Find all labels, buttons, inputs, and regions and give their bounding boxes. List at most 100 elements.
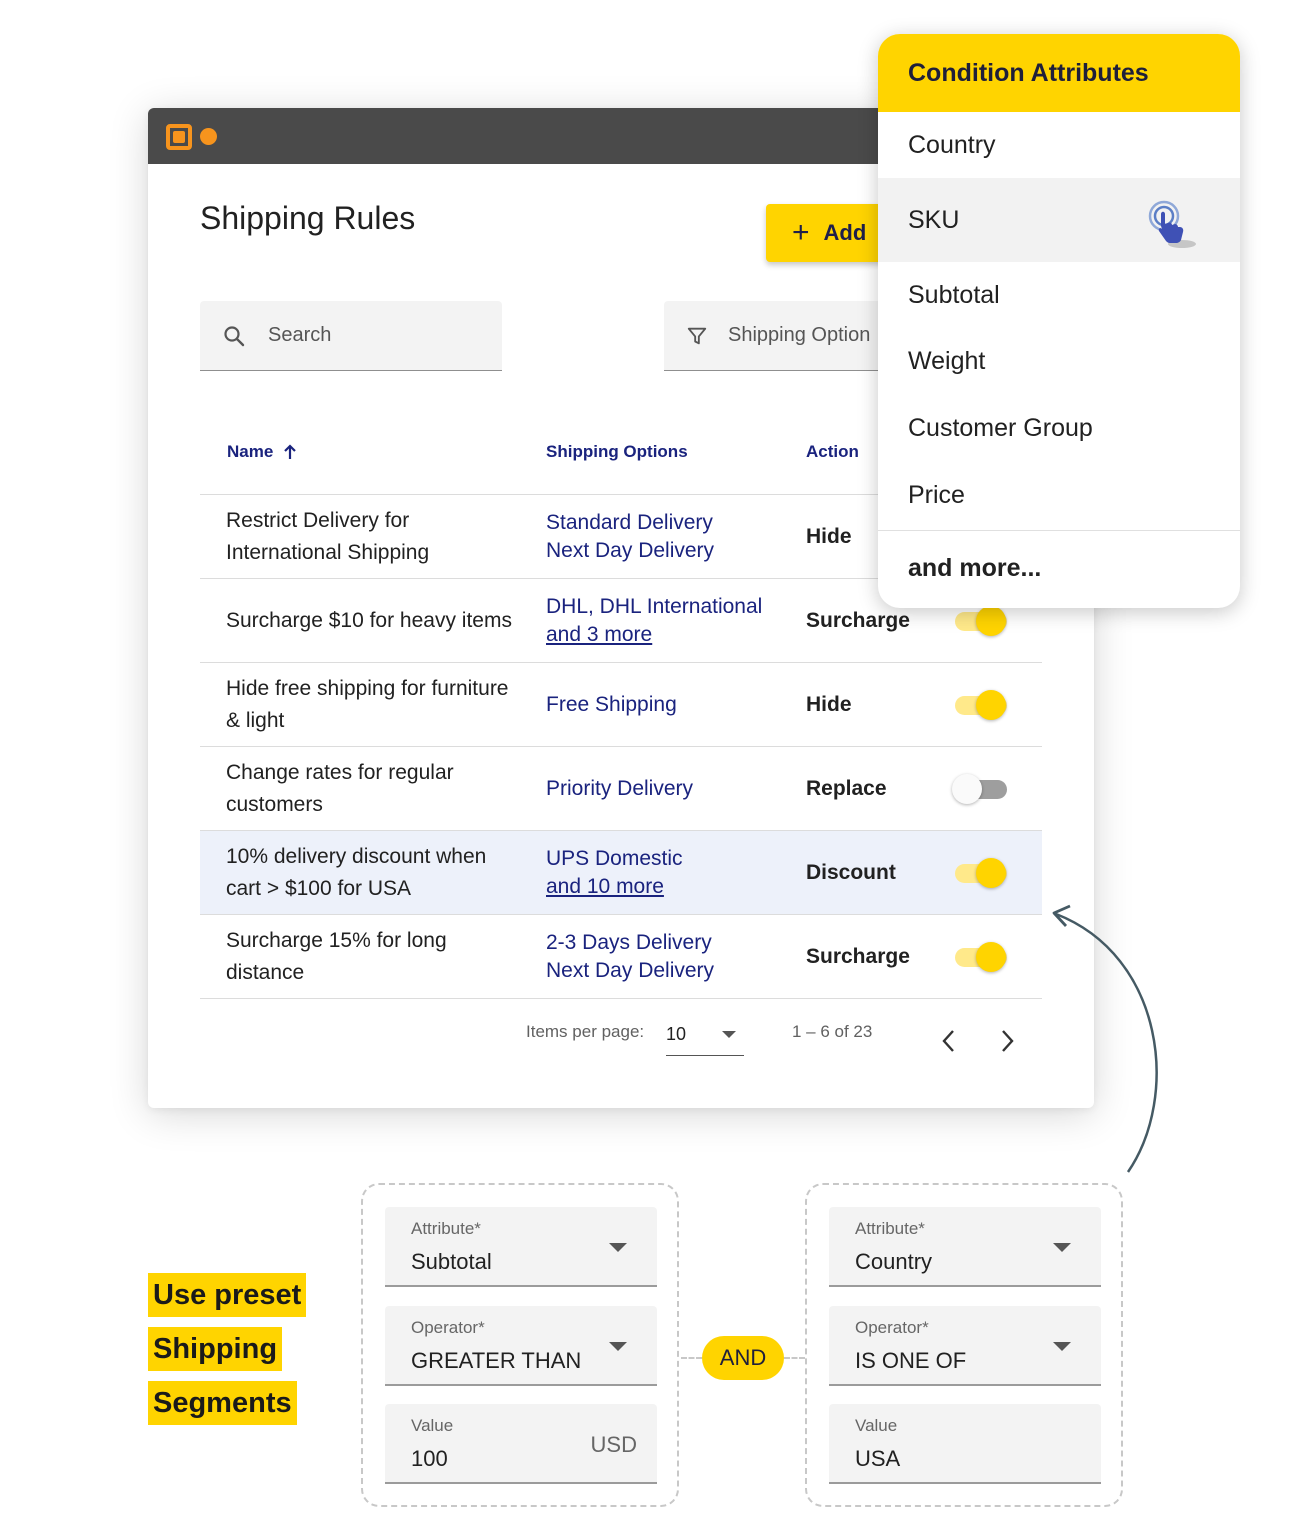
and-connector-line	[784, 1357, 805, 1359]
dropdown-item-customer-group[interactable]: Customer Group	[878, 394, 1240, 462]
attribute-value: Subtotal	[411, 1249, 492, 1274]
attribute-value: Country	[855, 1249, 933, 1274]
value-text: 100	[411, 1446, 448, 1471]
logo-square-icon	[166, 124, 192, 150]
table-row[interactable]: Change rates for regular customers Prior…	[200, 747, 1042, 831]
operator-select[interactable]: Operator* IS ONE OF	[829, 1306, 1101, 1386]
search-placeholder: Search	[268, 324, 332, 346]
pagination-range: 1 – 6 of 23	[792, 1022, 873, 1041]
dropdown-divider	[878, 530, 1240, 531]
page-size-value: 10	[666, 1024, 687, 1044]
condition-attributes-dropdown: Condition Attributes Country SKU Subtota…	[878, 34, 1240, 608]
shipping-option-link[interactable]: 2-3 Days Delivery	[546, 929, 796, 957]
shipping-option-link[interactable]: DHL, DHL International	[546, 593, 796, 621]
dropdown-header: Condition Attributes	[878, 34, 1240, 112]
operator-label: Operator*	[855, 1318, 929, 1337]
rule-shipping-options: Priority Delivery	[546, 775, 796, 803]
rule-action: Replace	[806, 776, 887, 800]
plus-icon: +	[792, 216, 810, 249]
rule-enabled-toggle[interactable]	[952, 604, 1008, 638]
column-header-name-label: Name	[227, 442, 274, 461]
attribute-select[interactable]: Attribute* Country	[829, 1207, 1101, 1287]
value-label: Value	[855, 1416, 898, 1435]
dropdown-item-subtotal[interactable]: Subtotal	[878, 262, 1240, 328]
rule-enabled-toggle[interactable]	[952, 772, 1008, 806]
value-unit: USD	[590, 1432, 637, 1457]
value-input[interactable]: Value USA	[829, 1404, 1101, 1484]
chevron-left-icon[interactable]	[936, 1026, 962, 1056]
operator-select[interactable]: Operator* GREATER THAN	[385, 1306, 657, 1386]
dropdown-caret-icon	[722, 1031, 736, 1038]
shipping-option-link[interactable]: UPS Domestic	[546, 845, 796, 873]
column-header-name[interactable]: Name	[227, 442, 297, 462]
column-header-action[interactable]: Action	[806, 442, 859, 462]
dropdown-caret-icon	[1053, 1243, 1071, 1252]
shipping-option-link[interactable]: Next Day Delivery	[546, 537, 796, 565]
attribute-label: Attribute*	[411, 1219, 481, 1238]
rule-name: Hide free shipping for furniture & light	[226, 676, 509, 732]
dropdown-caret-icon	[609, 1243, 627, 1252]
rule-enabled-toggle[interactable]	[952, 688, 1008, 722]
shipping-option-link[interactable]: Next Day Delivery	[546, 957, 796, 985]
rule-shipping-options: Standard Delivery Next Day Delivery	[546, 509, 796, 565]
rule-shipping-options: 2-3 Days Delivery Next Day Delivery	[546, 929, 796, 985]
table-row[interactable]: Surcharge 15% for long distance 2-3 Days…	[200, 915, 1042, 999]
operator-label: Operator*	[411, 1318, 485, 1337]
attribute-select[interactable]: Attribute* Subtotal	[385, 1207, 657, 1287]
search-icon	[224, 325, 245, 346]
operator-value: IS ONE OF	[855, 1348, 967, 1373]
add-button-label: Add	[823, 220, 867, 245]
operator-value: GREATER THAN	[411, 1348, 582, 1373]
column-header-shipping-options[interactable]: Shipping Options	[546, 442, 688, 462]
rule-enabled-toggle[interactable]	[952, 856, 1008, 890]
and-joiner-badge: AND	[702, 1336, 784, 1380]
rule-name: Surcharge $10 for heavy items	[226, 608, 512, 632]
attribute-label: Attribute*	[855, 1219, 925, 1238]
rule-shipping-options: DHL, DHL International and 3 more	[546, 593, 796, 649]
dropdown-item-sku[interactable]: SKU	[878, 178, 1240, 262]
rule-name: Restrict Delivery for International Ship…	[226, 508, 430, 564]
filter-label: Shipping Option	[728, 324, 871, 346]
pointer-hand-icon	[1148, 200, 1196, 248]
dropdown-item-label: SKU	[908, 205, 960, 234]
rule-action: Discount	[806, 860, 896, 884]
more-options-link[interactable]: and 3 more	[546, 621, 796, 649]
and-connector-line	[681, 1357, 702, 1359]
arrow-up-icon	[284, 444, 297, 459]
value-input[interactable]: Value 100 USD	[385, 1404, 657, 1484]
promo-line: Shipping	[148, 1327, 283, 1371]
shipping-option-link[interactable]: Standard Delivery	[546, 509, 796, 537]
dropdown-caret-icon	[1053, 1342, 1071, 1351]
rule-name: Change rates for regular customers	[226, 760, 454, 816]
curved-arrow-icon	[1052, 904, 1158, 1173]
filter-icon	[687, 327, 707, 344]
page-size-select[interactable]: 10	[666, 1014, 744, 1056]
more-options-link[interactable]: and 10 more	[546, 873, 796, 901]
rule-enabled-toggle[interactable]	[952, 940, 1008, 974]
page-title: Shipping Rules	[200, 200, 416, 236]
table-row[interactable]: Hide free shipping for furniture & light…	[200, 663, 1042, 747]
logo-dot-icon	[200, 128, 217, 145]
items-per-page-label: Items per page:	[526, 1022, 645, 1041]
segment-condition-card: Attribute* Subtotal Operator* GREATER TH…	[361, 1183, 679, 1507]
dropdown-item-more[interactable]: and more...	[878, 532, 1240, 604]
chevron-right-icon[interactable]	[994, 1026, 1020, 1056]
rule-action: Surcharge	[806, 944, 910, 968]
table-row-highlighted[interactable]: 10% delivery discount when cart > $100 f…	[200, 831, 1042, 915]
rule-name: 10% delivery discount when cart > $100 f…	[226, 844, 487, 900]
rule-action: Hide	[806, 692, 852, 716]
rule-action: Hide	[806, 524, 852, 548]
shipping-option-link[interactable]: Priority Delivery	[546, 775, 796, 803]
value-label: Value	[411, 1416, 454, 1435]
promo-line: Use preset	[148, 1273, 307, 1317]
segment-condition-card: Attribute* Country Operator* IS ONE OF V…	[805, 1183, 1123, 1507]
value-text: USA	[855, 1446, 901, 1471]
dropdown-item-weight[interactable]: Weight	[878, 328, 1240, 394]
shipping-option-link[interactable]: Free Shipping	[546, 691, 796, 719]
dropdown-item-country[interactable]: Country	[878, 112, 1240, 178]
dropdown-caret-icon	[609, 1342, 627, 1351]
dropdown-item-price[interactable]: Price	[878, 462, 1240, 528]
search-input[interactable]: Search	[200, 301, 502, 371]
rule-name: Surcharge 15% for long distance	[226, 928, 447, 984]
rule-shipping-options: Free Shipping	[546, 691, 796, 719]
